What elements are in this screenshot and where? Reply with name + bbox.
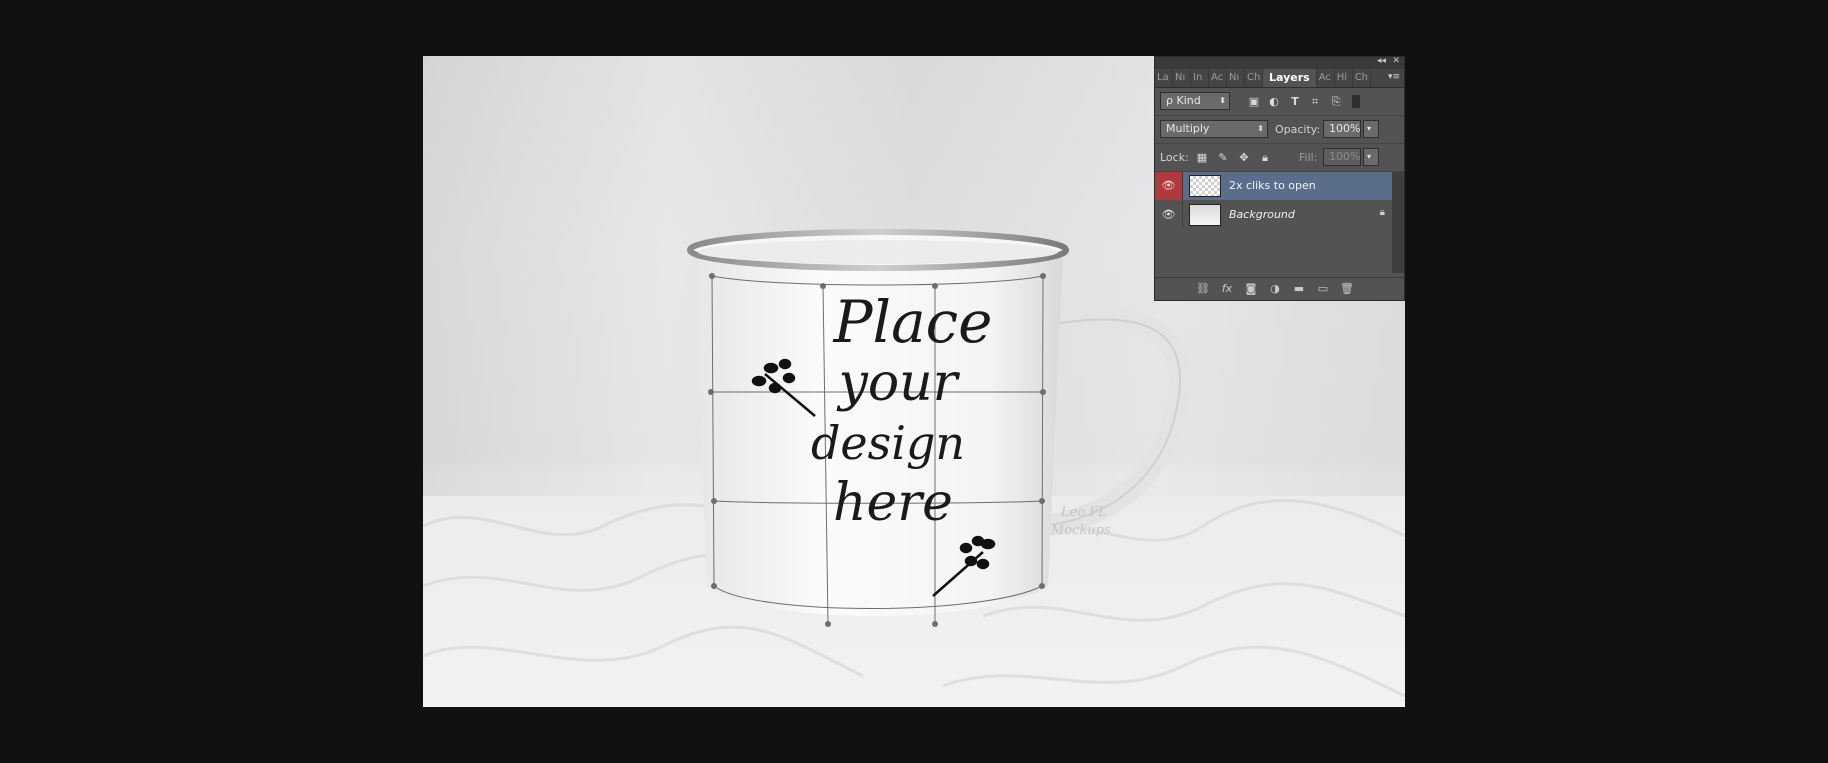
tab-8[interactable]: Ac	[1317, 69, 1335, 87]
layer-style-fx-icon[interactable]: fx	[1219, 282, 1235, 295]
blend-row: Multiply ⬍ Opacity: 100% ▾	[1155, 116, 1404, 144]
tab-4[interactable]: Ac	[1209, 69, 1227, 87]
visibility-eye-icon[interactable]: 👁︎	[1155, 172, 1183, 200]
close-icon[interactable]: ✕	[1392, 56, 1400, 66]
collapse-panel-icon[interactable]: ◂◂	[1377, 56, 1386, 66]
mug-text-line-2: your	[838, 353, 958, 413]
fill-slider-button[interactable]: ▾	[1363, 148, 1379, 166]
smart-object-filter-icon[interactable]: ⎘	[1329, 95, 1343, 108]
tab-3[interactable]: In	[1191, 69, 1209, 87]
layer-name-area[interactable]: Background 🔒︎	[1183, 201, 1393, 229]
layers-scrollbar[interactable]	[1392, 172, 1404, 273]
fill-label: Fill:	[1299, 151, 1318, 164]
layers-footer-toolbar: ⛓︎ fx ◙ ◑ ▬ ▭ 🗑︎	[1155, 277, 1404, 300]
tab-10[interactable]: Ch	[1353, 69, 1371, 87]
select-arrow-icon: ⬍	[1257, 124, 1264, 133]
image-filter-icon[interactable]: ▣	[1247, 95, 1261, 108]
kind-filter-label: ρ Kind	[1166, 94, 1201, 107]
tab-9[interactable]: Hi	[1335, 69, 1353, 87]
mug-text-line-4: here	[833, 473, 953, 533]
tab-layers[interactable]: Layers	[1263, 69, 1317, 87]
layer-thumbnail	[1189, 204, 1221, 226]
tab-1[interactable]: La	[1155, 69, 1173, 87]
layer-thumbnail	[1189, 175, 1221, 197]
opacity-input[interactable]: 100%	[1323, 120, 1361, 138]
link-layers-icon[interactable]: ⛓︎	[1195, 282, 1211, 295]
panel-title-bar: ◂◂ ✕	[1155, 56, 1404, 69]
filter-toggle-icon[interactable]	[1352, 95, 1360, 108]
mug-text-line-1: Place	[833, 288, 993, 356]
blend-mode-select[interactable]: Multiply ⬍	[1160, 120, 1268, 138]
fill-input[interactable]: 100%	[1323, 148, 1361, 166]
layer-name-area[interactable]: 2x cliks to open	[1183, 172, 1393, 200]
layers-list: 👁︎ 2x cliks to open 👁︎ Background 🔒︎	[1155, 172, 1404, 273]
mug-text-line-3: design	[810, 416, 966, 470]
delete-layer-trash-icon[interactable]: 🗑︎	[1339, 282, 1355, 295]
layer-row-background[interactable]: 👁︎ Background 🔒︎	[1155, 201, 1393, 229]
add-mask-icon[interactable]: ◙	[1243, 282, 1259, 295]
filter-row: ρ Kind ⬍ ▣ ◐ T ⌗ ⎘	[1155, 88, 1404, 116]
watermark-line-1: Leo FL	[1061, 505, 1107, 520]
shape-filter-icon[interactable]: ⌗	[1308, 95, 1322, 108]
tab-6[interactable]: Ch	[1245, 69, 1263, 87]
lock-transparent-pixels-icon[interactable]: ▦	[1195, 151, 1209, 164]
lock-row: Lock: ▦ ✎ ✥ 🔒︎ Fill: 100% ▾	[1155, 144, 1404, 172]
watermark-line-2: Mockups	[1051, 523, 1111, 538]
lock-label: Lock:	[1160, 151, 1189, 164]
watermark: Leo FL Mockups	[1051, 504, 1111, 540]
opacity-slider-button[interactable]: ▾	[1363, 120, 1379, 138]
blend-mode-value: Multiply	[1166, 122, 1210, 135]
panel-tab-bar: La Nı In Ac Nı Ch Layers Ac Hi Ch ▾≡	[1155, 69, 1404, 88]
tab-5[interactable]: Nı	[1227, 69, 1245, 87]
tab-2[interactable]: Nı	[1173, 69, 1191, 87]
type-filter-icon[interactable]: T	[1288, 95, 1302, 108]
visibility-eye-icon[interactable]: 👁︎	[1155, 201, 1183, 229]
layer-name: Background	[1229, 208, 1295, 221]
lock-image-pixels-icon[interactable]: ✎	[1216, 151, 1230, 164]
layers-panel: ◂◂ ✕ La Nı In Ac Nı Ch Layers Ac Hi Ch ▾…	[1154, 56, 1405, 301]
lock-position-icon[interactable]: ✥	[1237, 151, 1251, 164]
select-arrow-icon: ⬍	[1219, 96, 1226, 105]
layer-name: 2x cliks to open	[1229, 179, 1316, 192]
panel-menu-icon[interactable]: ▾≡	[1388, 72, 1400, 82]
adjustment-filter-icon[interactable]: ◐	[1267, 95, 1281, 108]
opacity-label: Opacity:	[1275, 123, 1321, 136]
adjustment-layer-icon[interactable]: ◑	[1267, 282, 1283, 295]
new-group-folder-icon[interactable]: ▬	[1291, 282, 1307, 295]
layer-row-smart-object[interactable]: 👁︎ 2x cliks to open	[1155, 172, 1393, 200]
kind-filter-select[interactable]: ρ Kind ⬍	[1160, 92, 1230, 110]
design-placeholder-text: Place your design here	[803, 291, 1003, 533]
lock-all-icon[interactable]: 🔒︎	[1258, 151, 1272, 164]
new-layer-icon[interactable]: ▭	[1315, 282, 1331, 295]
layer-lock-icon: 🔒︎	[1379, 207, 1385, 218]
